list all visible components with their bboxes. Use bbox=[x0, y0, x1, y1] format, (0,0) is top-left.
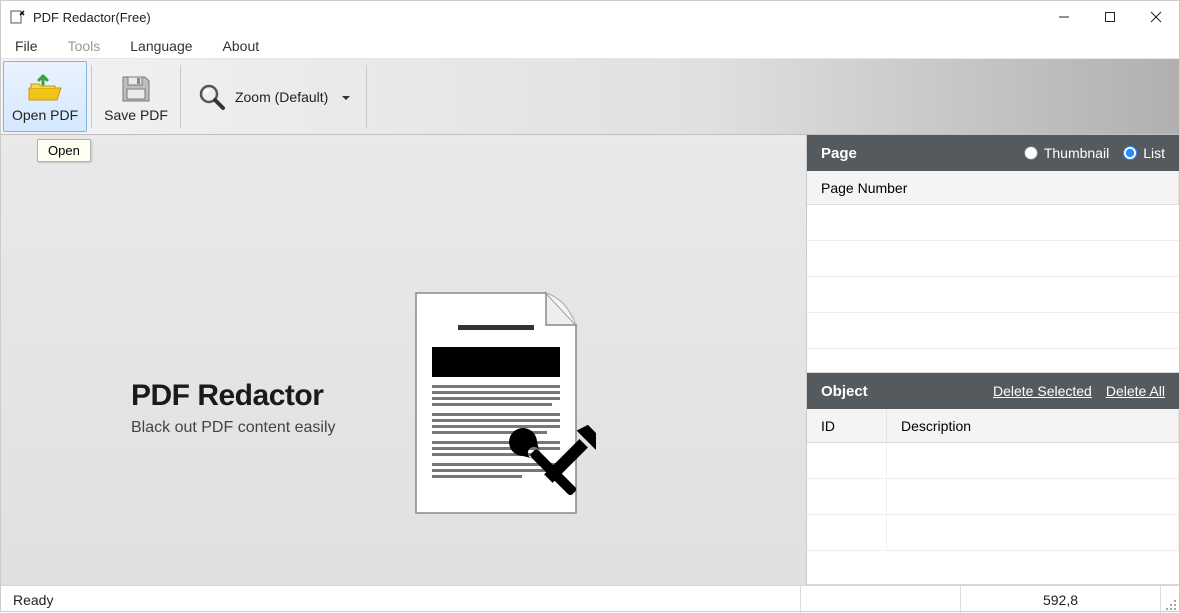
maximize-button[interactable] bbox=[1087, 1, 1133, 33]
save-icon bbox=[119, 71, 153, 107]
table-row[interactable] bbox=[807, 241, 1179, 277]
resize-grip-icon[interactable] bbox=[1161, 586, 1179, 613]
toolbar-separator bbox=[366, 65, 367, 128]
splash-document-icon bbox=[396, 285, 596, 530]
view-list-label: List bbox=[1143, 145, 1165, 161]
page-panel-title: Page bbox=[821, 145, 857, 162]
object-column-description[interactable]: Description bbox=[887, 409, 1179, 442]
splash-title: PDF Redactor bbox=[131, 379, 336, 413]
object-panel-header: Object Delete Selected Delete All bbox=[807, 373, 1179, 409]
open-pdf-label: Open PDF bbox=[12, 107, 78, 123]
page-grid[interactable]: Page Number bbox=[807, 171, 1179, 373]
save-pdf-label: Save PDF bbox=[104, 107, 168, 123]
toolbar-separator bbox=[180, 65, 181, 128]
menu-about[interactable]: About bbox=[219, 36, 264, 56]
save-pdf-button[interactable]: Save PDF bbox=[94, 59, 178, 134]
menu-tools[interactable]: Tools bbox=[64, 36, 105, 56]
object-panel-title: Object bbox=[821, 383, 868, 400]
chevron-down-icon bbox=[342, 89, 350, 105]
view-list-radio[interactable]: List bbox=[1123, 145, 1165, 161]
status-ready: Ready bbox=[1, 586, 801, 613]
delete-selected-link[interactable]: Delete Selected bbox=[993, 383, 1092, 399]
table-row[interactable] bbox=[807, 313, 1179, 349]
zoom-label: Zoom (Default) bbox=[235, 89, 328, 105]
table-row[interactable] bbox=[807, 277, 1179, 313]
status-coords: 592,8 bbox=[961, 586, 1161, 613]
object-grid[interactable]: ID Description bbox=[807, 409, 1179, 585]
view-thumbnail-label: Thumbnail bbox=[1044, 145, 1109, 161]
delete-all-link[interactable]: Delete All bbox=[1106, 383, 1165, 399]
minimize-button[interactable] bbox=[1041, 1, 1087, 33]
close-button[interactable] bbox=[1133, 1, 1179, 33]
app-icon bbox=[9, 9, 25, 25]
view-thumbnail-radio[interactable]: Thumbnail bbox=[1024, 145, 1109, 161]
table-row[interactable] bbox=[807, 205, 1179, 241]
table-row[interactable] bbox=[807, 443, 1179, 479]
open-tooltip: Open bbox=[37, 139, 91, 162]
toolbar-separator bbox=[91, 65, 92, 128]
splash: PDF Redactor Black out PDF content easil… bbox=[131, 285, 596, 530]
splash-subtitle: Black out PDF content easily bbox=[131, 419, 336, 437]
table-row[interactable] bbox=[807, 479, 1179, 515]
menu-bar: File Tools Language About bbox=[1, 33, 1179, 59]
open-folder-icon bbox=[25, 71, 65, 107]
magnifier-icon bbox=[197, 82, 227, 112]
object-column-id[interactable]: ID bbox=[807, 409, 887, 442]
window-title: PDF Redactor(Free) bbox=[33, 10, 151, 25]
open-pdf-button[interactable]: Open PDF bbox=[3, 61, 87, 132]
page-panel-header: Page Thumbnail List bbox=[807, 135, 1179, 171]
menu-language[interactable]: Language bbox=[126, 36, 196, 56]
status-empty bbox=[801, 586, 961, 613]
page-column-header[interactable]: Page Number bbox=[807, 171, 1179, 204]
toolbar: Open PDF Save PDF Zoom (Default) bbox=[1, 59, 1179, 135]
status-bar: Ready 592,8 bbox=[1, 585, 1179, 613]
zoom-dropdown[interactable]: Zoom (Default) bbox=[183, 59, 364, 134]
document-canvas: Open PDF Redactor Black out PDF content … bbox=[1, 135, 807, 585]
menu-file[interactable]: File bbox=[11, 36, 42, 56]
side-panel: Page Thumbnail List Page Number bbox=[807, 135, 1179, 585]
table-row[interactable] bbox=[807, 515, 1179, 551]
title-bar: PDF Redactor(Free) bbox=[1, 1, 1179, 33]
